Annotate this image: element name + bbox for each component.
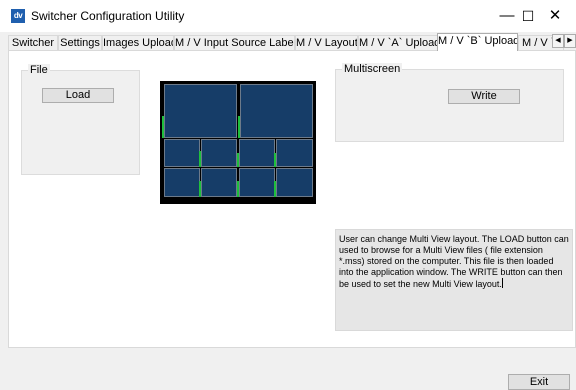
tab-scroll-left-icon[interactable]: ◀ [552, 34, 564, 48]
tally-indicator [274, 153, 276, 167]
tally-indicator [162, 116, 164, 138]
tally-indicator [199, 181, 201, 197]
preview-tile-small-7 [239, 168, 275, 197]
multiview-preview [160, 81, 316, 204]
app-logo-icon: dv [11, 9, 25, 23]
tab-strip: Switcher Settings Images Upload M / V In… [8, 33, 576, 51]
tab-mv-layout[interactable]: M / V Layout [295, 35, 358, 50]
tab-images-upload[interactable]: Images Upload [102, 35, 174, 50]
preview-tile-small-6 [201, 168, 237, 197]
file-group: File Load [21, 64, 140, 175]
file-group-label: File [28, 64, 50, 76]
close-button[interactable]: ✕ [534, 0, 576, 32]
preview-tile-small-4 [276, 139, 313, 167]
description-text: User can change Multi View layout. The L… [339, 234, 569, 289]
title-bar: dv Switcher Configuration Utility — ☐ ✕ [0, 0, 576, 32]
preview-tile-large-1 [164, 84, 237, 138]
tally-indicator [199, 151, 201, 167]
description-textbox[interactable]: User can change Multi View layout. The L… [335, 229, 573, 331]
multiscreen-group: Multiscreen Write [335, 63, 564, 142]
multiscreen-group-label: Multiscreen [342, 63, 403, 75]
text-caret [501, 278, 503, 288]
preview-tile-small-1 [164, 139, 200, 167]
tab-mv-b-upload[interactable]: M / V `B` Upload [437, 33, 518, 51]
tally-indicator [237, 181, 239, 197]
preview-tile-small-8 [276, 168, 313, 197]
tab-mv-input-source-labels[interactable]: M / V Input Source Labels [174, 35, 295, 50]
tally-indicator [238, 116, 240, 138]
preview-tile-small-5 [164, 168, 200, 197]
tab-mv-a-upload[interactable]: M / V `A` Upload [358, 35, 438, 50]
write-button[interactable]: Write [448, 89, 520, 104]
tally-indicator [237, 153, 239, 167]
tab-scroll-right-icon[interactable]: ▶ [564, 34, 576, 48]
preview-tile-large-2 [240, 84, 313, 138]
tally-indicator [274, 181, 276, 197]
tab-settings[interactable]: Settings [58, 35, 102, 50]
window-title: Switcher Configuration Utility [31, 9, 185, 23]
preview-tile-small-3 [239, 139, 275, 167]
exit-button[interactable]: Exit [508, 374, 570, 390]
load-button[interactable]: Load [42, 88, 114, 103]
preview-tile-small-2 [201, 139, 237, 167]
tab-switcher[interactable]: Switcher [8, 35, 58, 50]
